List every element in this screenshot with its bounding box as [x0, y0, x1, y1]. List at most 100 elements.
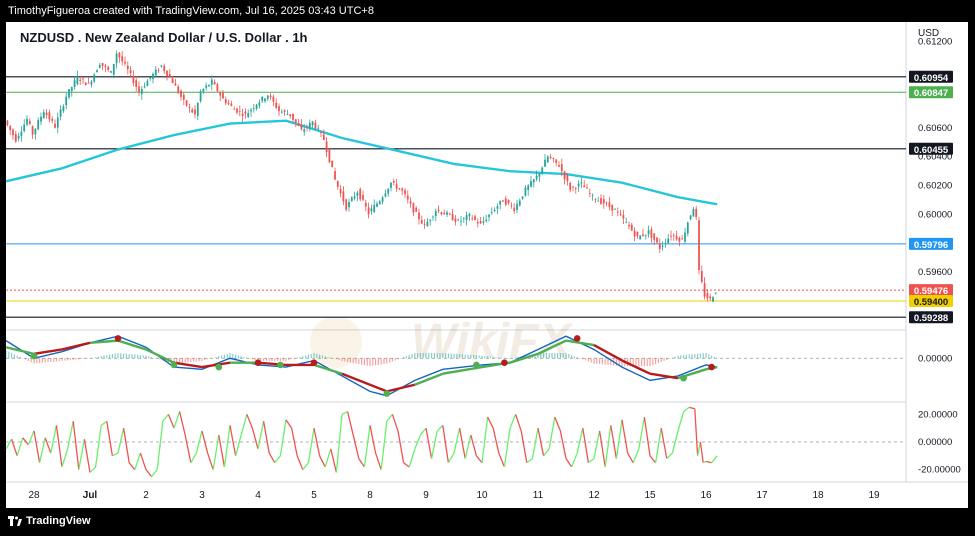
macd-hist-bar-125	[355, 358, 357, 364]
candle-body-115	[328, 148, 331, 163]
candle-body-30	[90, 81, 93, 85]
time-tick-label-13: 17	[756, 490, 768, 501]
macd-hist-bar-112	[319, 354, 321, 359]
candle-body-14	[45, 112, 48, 115]
macd-hist-bar-144	[408, 355, 410, 359]
macd-hist-bar-242	[683, 355, 685, 359]
macd-hist-bar-236	[666, 358, 668, 360]
macd-hist-bar-180	[509, 358, 511, 359]
macd-hist-bar-98	[279, 358, 281, 361]
candle-body-46	[135, 80, 138, 87]
candle-body-29	[87, 82, 90, 84]
macd-hist-bar-162	[459, 354, 461, 359]
candle-body-250	[706, 292, 709, 299]
macd-hist-bar-17	[53, 358, 55, 362]
time-tick-label-9: 11	[533, 490, 544, 501]
candle-body-108	[308, 122, 311, 129]
candle-body-210	[594, 199, 597, 201]
macd-hist-bar-67	[193, 358, 195, 362]
macd-hist-bar-147	[417, 352, 419, 359]
macd-hist-bar-167	[473, 355, 475, 359]
candle-body-89	[255, 104, 258, 109]
macd-hist-bar-229	[646, 358, 648, 367]
candle-body-242	[684, 232, 686, 242]
candle-body-240	[678, 237, 681, 242]
candle-body-162	[460, 220, 462, 222]
candle-body-181	[513, 207, 516, 211]
macd-hist-bar-46	[134, 354, 136, 359]
candle-body-13	[42, 111, 45, 119]
candle-body-42	[124, 61, 126, 64]
macd-hist-bar-2	[11, 352, 13, 359]
macd-cross-dot-0	[30, 352, 38, 360]
candle-body-93	[266, 95, 269, 99]
macd-hist-bar-226	[638, 358, 640, 367]
macd-hist-bar-213	[601, 358, 603, 365]
candle-body-97	[278, 106, 280, 111]
candle-body-219	[619, 214, 622, 215]
candle-body-214	[605, 202, 608, 204]
candle-body-27	[82, 78, 84, 80]
candle-body-175	[496, 206, 499, 209]
candle-body-176	[499, 200, 502, 205]
candle-body-0	[6, 120, 9, 126]
macd-hist-bar-77	[221, 355, 223, 359]
macd-hist-bar-12	[39, 358, 41, 364]
candle-body-169	[479, 221, 482, 224]
candle-body-102	[292, 113, 294, 120]
macd-hist-bar-79	[226, 353, 228, 359]
candle-body-124	[353, 196, 356, 199]
candle-body-253	[714, 292, 717, 294]
macd-hist-bar-175	[495, 356, 497, 359]
macd-hist-bar-96	[274, 358, 276, 361]
time-tick-label-2: 2	[143, 490, 149, 501]
candle-body-138	[392, 180, 395, 183]
macd-hist-bar-197	[557, 352, 559, 359]
candle-body-128	[364, 202, 367, 207]
candle-body-226	[639, 235, 642, 240]
candle-body-230	[650, 229, 653, 238]
macd-hist-bar-130	[369, 358, 371, 367]
candle-body-36	[107, 66, 110, 70]
candle-body-52	[152, 73, 154, 79]
candle-body-236	[667, 238, 670, 243]
candle-body-75	[216, 84, 219, 92]
macd-hist-bar-99	[282, 358, 284, 361]
candle-body-215	[608, 202, 611, 207]
macd-hist-bar-103	[293, 358, 295, 359]
candle-body-235	[664, 243, 667, 244]
macd-hist-bar-41	[120, 353, 122, 359]
candle-body-156	[443, 212, 446, 215]
candle-body-65	[188, 107, 191, 108]
attribution-text: TimothyFigueroa created with TradingView…	[8, 5, 374, 17]
candle-body-186	[527, 185, 530, 191]
macd-hist-bar-106	[302, 356, 304, 359]
macd-hist-bar-206	[582, 358, 584, 360]
macd-hist-bar-181	[512, 357, 514, 359]
candle-body-112	[320, 132, 322, 133]
chart-background	[6, 22, 968, 508]
candle-body-146	[415, 207, 418, 212]
candle-body-188	[532, 179, 535, 183]
candle-body-221	[625, 221, 628, 223]
macd-hist-bar-239	[674, 356, 676, 359]
macd-hist-bar-248	[699, 353, 701, 359]
macd-hist-bar-116	[330, 357, 332, 359]
macd-cross-dot-9	[501, 359, 508, 366]
candle-body-166	[471, 218, 474, 220]
candle-body-129	[367, 207, 370, 215]
candle-body-170	[482, 221, 485, 223]
chart-area[interactable]: NZDUSD . New Zealand Dollar / U.S. Dolla…	[5, 22, 968, 508]
candle-body-25	[76, 75, 79, 84]
price-tick-label-4: 0.60000	[918, 209, 952, 220]
macd-cross-dot-10	[573, 335, 581, 342]
time-tick-label-3: 3	[199, 490, 205, 501]
chart-svg[interactable]: NZDUSD . New Zealand Dollar / U.S. Dolla…	[5, 22, 968, 508]
macd-hist-bar-154	[436, 352, 438, 359]
macd-hist-bar-80	[229, 352, 231, 359]
macd-hist-bar-124	[352, 358, 354, 364]
candle-body-118	[336, 181, 339, 187]
macd-hist-bar-4	[16, 355, 18, 359]
macd-hist-bar-37	[109, 354, 111, 359]
tradingview-logo[interactable]: TradingView	[8, 515, 91, 527]
